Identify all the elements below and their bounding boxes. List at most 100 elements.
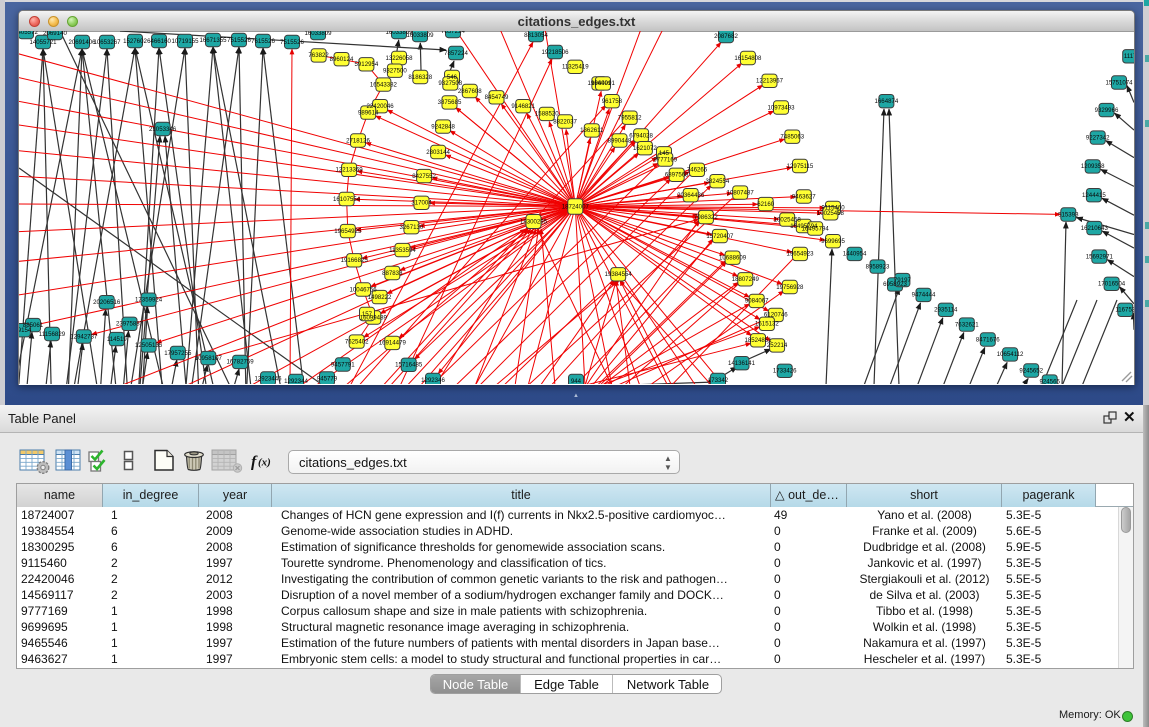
svg-text:8960124: 8960124	[330, 56, 354, 63]
svg-text:173342: 173342	[708, 377, 729, 384]
svg-text:7625402: 7625402	[345, 338, 369, 345]
svg-text:924565: 924565	[1040, 378, 1061, 384]
svg-text:9146821: 9146821	[511, 103, 535, 110]
svg-text:989614: 989614	[358, 109, 379, 116]
svg-text:10958107: 10958107	[195, 355, 223, 362]
svg-text:9699695: 9699695	[821, 238, 845, 245]
svg-text:887833: 887833	[382, 270, 403, 277]
svg-text:1440954: 1440954	[843, 251, 867, 258]
svg-text:515393: 515393	[1058, 211, 1079, 218]
svg-text:16033809: 16033809	[406, 32, 434, 39]
svg-text:3824554: 3824554	[706, 178, 730, 185]
svg-text:19654925: 19654925	[334, 228, 362, 235]
svg-text:8958923: 8958923	[866, 263, 890, 270]
svg-text:6466160: 6466160	[147, 38, 171, 45]
svg-text:10807487: 10807487	[727, 189, 755, 196]
svg-text:116753: 116753	[1115, 307, 1134, 314]
svg-text:114519: 114519	[107, 336, 127, 343]
svg-text:8471676: 8471676	[976, 336, 1000, 343]
svg-text:16543382: 16543382	[370, 81, 398, 88]
svg-text:15716485: 15716485	[395, 362, 423, 369]
svg-text:10046756: 10046756	[350, 286, 378, 293]
svg-text:1498222: 1498222	[368, 294, 392, 301]
svg-text:9329966: 9329966	[1095, 107, 1119, 114]
svg-text:1615132: 1615132	[755, 321, 779, 328]
svg-text:19166825: 19166825	[341, 257, 369, 264]
svg-text:8813054: 8813054	[524, 32, 548, 39]
svg-text:9777169: 9777169	[653, 156, 677, 163]
svg-text:79197: 79197	[894, 277, 912, 284]
svg-text:1588520: 1588520	[535, 111, 559, 118]
svg-text:2087682: 2087682	[714, 33, 738, 40]
svg-text:9327500: 9327500	[383, 68, 407, 75]
svg-text:20206516: 20206516	[93, 299, 121, 306]
svg-text:16495794: 16495794	[802, 225, 830, 232]
svg-text:9457791: 9457791	[331, 361, 355, 368]
svg-text:3875685: 3875685	[438, 99, 462, 106]
svg-text:16782759: 16782759	[227, 359, 255, 366]
svg-text:16033809: 16033809	[304, 31, 332, 37]
svg-text:18724007: 18724007	[562, 204, 590, 211]
svg-text:945779: 945779	[317, 375, 338, 382]
svg-text:8454749: 8454749	[485, 94, 509, 101]
svg-text:19218506: 19218506	[541, 49, 569, 56]
svg-text:17359924: 17359924	[135, 297, 163, 304]
svg-text:39154: 39154	[19, 327, 32, 334]
svg-text:12942737: 12942737	[70, 333, 98, 340]
svg-text:19384554: 19384554	[605, 271, 633, 278]
svg-text:19756928: 19756928	[776, 284, 804, 291]
svg-text:12213967: 12213967	[756, 78, 784, 85]
svg-text:13226058: 13226058	[385, 55, 413, 62]
svg-text:15692971: 15692971	[1086, 253, 1114, 260]
svg-text:10654112: 10654112	[997, 351, 1024, 358]
svg-text:1527602: 1527602	[123, 38, 147, 45]
svg-text:8186328: 8186328	[408, 74, 432, 81]
svg-text:10653267: 10653267	[93, 39, 121, 46]
svg-text:9084067: 9084067	[745, 298, 769, 305]
svg-text:7632621: 7632621	[955, 321, 979, 328]
svg-text:7615526: 7615526	[251, 38, 275, 45]
svg-text:10719155: 10719155	[171, 38, 199, 45]
svg-text:6794028: 6794028	[629, 132, 653, 139]
svg-text:16671355: 16671355	[199, 37, 227, 44]
svg-text:252214: 252214	[767, 342, 788, 349]
svg-text:15720407: 15720407	[706, 233, 734, 240]
svg-text:1964091: 1964091	[591, 80, 615, 87]
svg-text:19654923: 19654923	[786, 251, 814, 258]
svg-text:9474444: 9474444	[912, 292, 936, 299]
svg-text:17016504: 17016504	[1098, 281, 1126, 288]
svg-text:14055721: 14055721	[29, 39, 57, 46]
svg-text:961758: 961758	[602, 98, 623, 105]
svg-text:10025458: 10025458	[817, 210, 845, 217]
svg-text:2803144: 2803144	[426, 149, 450, 156]
svg-text:2718126: 2718126	[346, 137, 370, 144]
svg-text:746266: 746266	[687, 167, 708, 174]
svg-text:18300295: 18300295	[520, 219, 548, 226]
svg-text:8822037: 8822037	[553, 118, 577, 125]
svg-text:7485063: 7485063	[780, 134, 804, 141]
svg-text:6897568: 6897568	[665, 172, 689, 179]
svg-text:21053346: 21053346	[149, 126, 177, 133]
svg-text:20691406: 20691406	[68, 39, 96, 46]
svg-text:20364436: 20364436	[677, 192, 705, 199]
svg-text:16210643: 16210643	[1081, 225, 1109, 232]
svg-text:1117: 1117	[1124, 53, 1134, 60]
svg-text:9245652: 9245652	[1019, 367, 1043, 374]
svg-text:9463627: 9463627	[792, 193, 816, 200]
svg-text:3267130: 3267130	[400, 224, 424, 231]
svg-text:11325419: 11325419	[562, 64, 589, 71]
svg-text:1664874: 1664874	[875, 98, 899, 105]
svg-text:1209358: 1209358	[1081, 163, 1105, 170]
svg-text:7515526: 7515526	[227, 37, 251, 44]
svg-text:1405572: 1405572	[19, 31, 38, 36]
svg-text:1292346: 1292346	[421, 377, 445, 384]
svg-text:944: 944	[571, 378, 582, 384]
svg-text:317004: 317004	[411, 200, 432, 207]
svg-text:12505135: 12505135	[135, 342, 163, 349]
svg-text:157: 157	[362, 311, 373, 318]
svg-text:10973493: 10973493	[767, 104, 795, 111]
svg-text:16914479: 16914479	[379, 340, 407, 347]
svg-text:763822: 763822	[308, 52, 329, 59]
svg-text:1362611: 1362611	[580, 127, 604, 134]
svg-text:(x): (x)	[258, 457, 271, 469]
